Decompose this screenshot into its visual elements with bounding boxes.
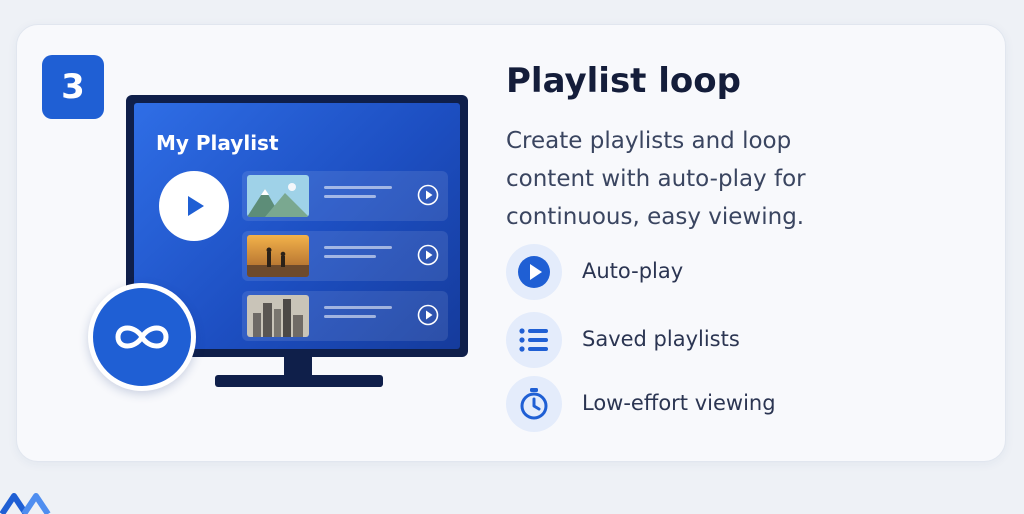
play-circle-icon[interactable] [417, 304, 439, 326]
playlist-item[interactable] [242, 171, 448, 221]
playlist-item[interactable] [242, 291, 448, 341]
loop-badge [88, 283, 196, 391]
step-number-badge: 3 [42, 55, 104, 119]
play-icon [188, 196, 204, 216]
stopwatch-icon [520, 388, 548, 420]
list-icon [519, 328, 548, 352]
item-subtitle-line [324, 315, 376, 318]
feature-icon-bg [506, 312, 562, 368]
item-title-line [324, 246, 392, 249]
infinity-icon [115, 325, 169, 349]
city-skyline-thumbnail [247, 295, 309, 337]
sunset-people-thumbnail [247, 235, 309, 277]
feature-label: Auto-play [582, 259, 684, 283]
feature-label: Low-effort viewing [582, 391, 776, 415]
feature-label: Saved playlists [582, 327, 740, 351]
item-subtitle-line [324, 195, 376, 198]
play-button[interactable] [159, 171, 229, 241]
item-subtitle-line [324, 255, 376, 258]
feature-item-saved-playlists: Saved playlists [506, 312, 866, 368]
play-circle-icon[interactable] [417, 244, 439, 266]
tv-stand [215, 375, 383, 387]
playlist-title: My Playlist [156, 131, 279, 155]
brand-logo-icon [0, 493, 51, 514]
mountains-thumbnail [247, 175, 309, 217]
feature-item-auto-play: Auto-play [506, 244, 866, 300]
feature-icon-bg [506, 244, 562, 300]
feature-icon-bg [506, 376, 562, 432]
play-circle-icon[interactable] [417, 184, 439, 206]
feature-item-low-effort-viewing: Low-effort viewing [506, 376, 866, 432]
feature-title: Playlist loop [506, 61, 741, 101]
feature-description: Create playlists and loop content with a… [506, 128, 806, 230]
playlist-item[interactable] [242, 231, 448, 281]
item-title-line [324, 186, 392, 189]
item-title-line [324, 306, 392, 309]
play-icon [518, 256, 550, 288]
